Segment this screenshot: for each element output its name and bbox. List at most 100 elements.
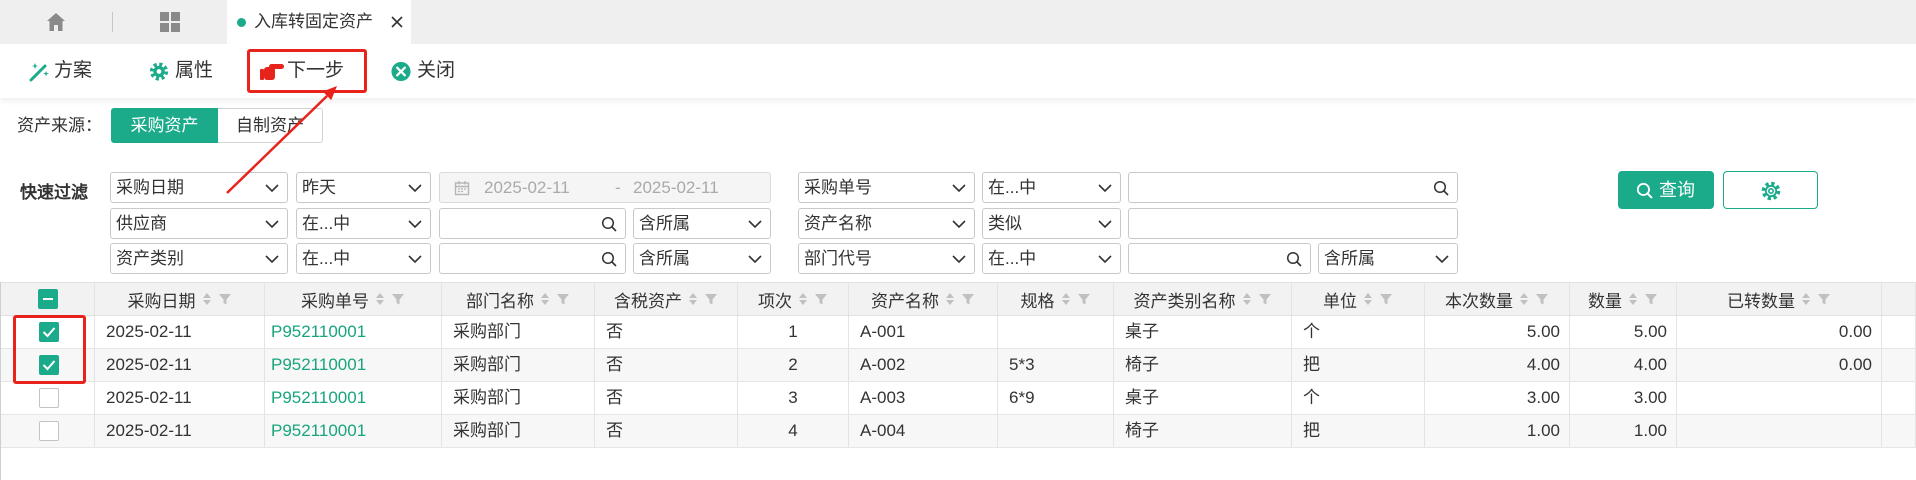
row-checkbox[interactable] [38,388,59,408]
select-all-checkbox[interactable] [37,289,58,309]
filter-value-input[interactable] [1128,243,1311,274]
sort-icon[interactable] [1061,292,1071,306]
asset-category-input[interactable] [444,246,595,271]
table-row[interactable]: 2025-02-11 P952110001 采购部门 否 4 A-004 椅子 … [1,415,1916,448]
sort-icon[interactable] [1801,292,1811,306]
table-header: 采购日期 采购单号 部门名称 含税资产 项次 资产名称 规格 资产类别名称 单位… [1,282,1916,316]
filter-operator-select[interactable]: 昨天 [296,172,431,203]
filter-scope-select[interactable]: 含所属 [633,243,771,274]
search-icon[interactable] [601,216,617,232]
filter-icon[interactable] [556,292,570,306]
sort-icon[interactable] [945,292,955,306]
sort-icon[interactable] [1519,292,1529,306]
filter-icon[interactable] [704,292,718,306]
select-value: 含所属 [639,249,690,268]
source-option-self-made[interactable]: 自制资产 [218,108,323,143]
close-button[interactable]: 关闭 [390,44,460,98]
filter-icon[interactable] [1379,292,1393,306]
cell-purchase-no-link[interactable]: P952110001 [265,415,442,447]
filter-settings-button[interactable] [1723,171,1818,209]
col-header-purchase-date[interactable]: 采购日期 [95,283,265,315]
table-row[interactable]: 2025-02-11 P952110001 采购部门 否 1 A-001 桌子 … [1,316,1916,349]
cell-asset-name: A-002 [849,349,998,381]
col-header-department[interactable]: 部门名称 [442,283,595,315]
search-icon[interactable] [601,251,617,267]
col-header-asset-name[interactable]: 资产名称 [849,283,998,315]
wand-icon [29,61,51,82]
filter-operator-select[interactable]: 在...中 [982,172,1121,203]
filter-icon[interactable] [1644,292,1658,306]
filter-value-input[interactable] [439,243,626,274]
col-header-transferred-qty[interactable]: 已转数量 [1677,283,1882,315]
header-label: 资产类别名称 [1133,291,1236,311]
sort-icon[interactable] [1628,292,1638,306]
col-header-spec[interactable]: 规格 [998,283,1114,315]
tab-bar: 入库转固定资产 [0,0,1916,44]
col-header-tax-included[interactable]: 含税资产 [595,283,738,315]
table-row[interactable]: 2025-02-11 P952110001 采购部门 否 2 A-002 5*3… [1,349,1916,382]
filter-icon[interactable] [1817,292,1831,306]
filter-icon[interactable] [1258,292,1272,306]
sort-icon[interactable] [798,292,808,306]
grid-icon[interactable] [159,11,181,33]
sort-icon[interactable] [540,292,550,306]
cell-purchase-no-link[interactable]: P952110001 [265,382,442,414]
date-separator: - [615,178,621,197]
filter-value-input[interactable] [1128,208,1458,239]
filter-scope-select[interactable]: 含所属 [1318,243,1458,274]
filter-operator-select[interactable]: 在...中 [982,243,1121,274]
tab-active[interactable]: 入库转固定资产 [227,0,411,44]
cell-tax-included: 否 [595,415,738,447]
supplier-input[interactable] [444,211,595,236]
filter-field-select[interactable]: 资产类别 [110,243,288,274]
filter-icon[interactable] [814,292,828,306]
department-code-input[interactable] [1133,246,1280,271]
filter-icon[interactable] [1077,292,1091,306]
filter-icon[interactable] [1535,292,1549,306]
filter-field-select[interactable]: 采购日期 [110,172,288,203]
asset-name-input[interactable] [1133,211,1451,236]
filter-field-select[interactable]: 资产名称 [798,208,975,239]
filter-operator-select[interactable]: 类似 [982,208,1121,239]
cell-purchase-no-link[interactable]: P952110001 [265,349,442,381]
filter-field-select[interactable]: 部门代号 [798,243,975,274]
table-row[interactable]: 2025-02-11 P952110001 采购部门 否 3 A-003 6*9… [1,382,1916,415]
filter-icon[interactable] [218,292,232,306]
sort-icon[interactable] [688,292,698,306]
chevron-down-icon [408,253,422,265]
filter-icon[interactable] [961,292,975,306]
row-checkbox[interactable] [38,421,59,441]
filter-operator-select[interactable]: 在...中 [296,243,431,274]
sort-icon[interactable] [375,292,385,306]
query-button[interactable]: 查询 [1618,171,1714,209]
date-range-field[interactable]: 2025-02-11 - 2025-02-11 [439,172,771,203]
filter-icon[interactable] [391,292,405,306]
col-header-asset-category[interactable]: 资产类别名称 [1114,283,1292,315]
search-icon[interactable] [1433,180,1449,196]
cell-unit: 把 [1292,415,1425,447]
cell-purchase-no-link[interactable]: P952110001 [265,316,442,348]
filter-field-select[interactable]: 供应商 [110,208,288,239]
col-header-unit[interactable]: 单位 [1292,283,1425,315]
filter-value-input[interactable] [439,208,626,239]
col-header-purchase-no[interactable]: 采购单号 [265,283,442,315]
col-header-qty[interactable]: 数量 [1570,283,1677,315]
scheme-button[interactable]: 方案 [27,44,97,98]
sort-icon[interactable] [202,292,212,306]
source-option-purchased[interactable]: 采购资产 [111,108,218,143]
cell-filler [1882,415,1916,447]
close-icon[interactable] [391,16,403,28]
properties-button[interactable]: 属性 [148,44,218,98]
filter-value-input[interactable] [1128,172,1458,203]
purchase-no-input[interactable] [1133,175,1427,200]
col-header-current-qty[interactable]: 本次数量 [1425,283,1570,315]
filter-field-select[interactable]: 采购单号 [798,172,975,203]
filter-scope-select[interactable]: 含所属 [633,208,771,239]
col-header-line-no[interactable]: 项次 [738,283,849,315]
home-icon[interactable] [45,11,67,33]
search-icon[interactable] [1286,251,1302,267]
sort-icon[interactable] [1242,292,1252,306]
header-label: 本次数量 [1445,291,1513,311]
filter-operator-select[interactable]: 在...中 [296,208,431,239]
sort-icon[interactable] [1363,292,1373,306]
